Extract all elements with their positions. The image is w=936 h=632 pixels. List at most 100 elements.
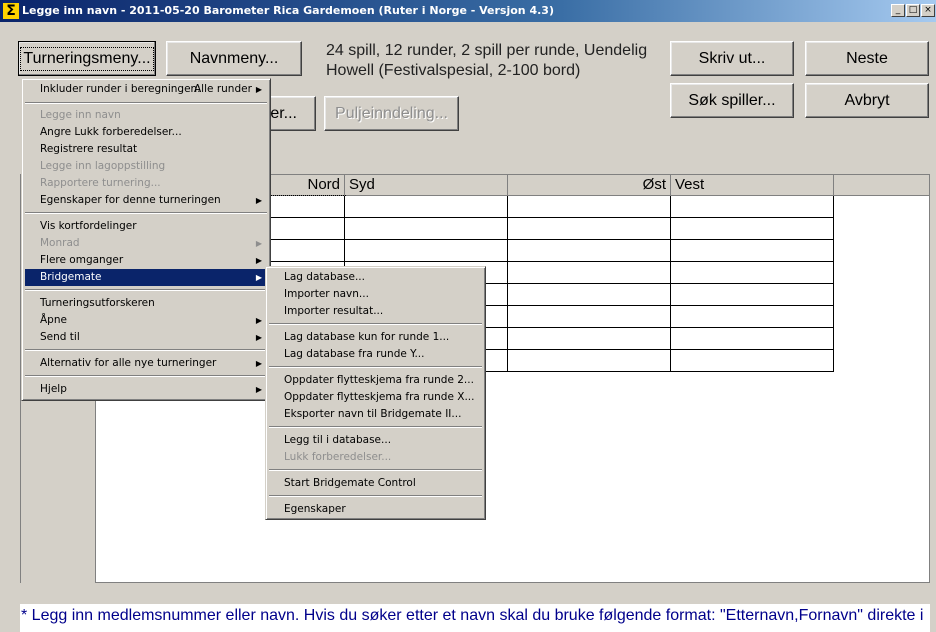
submenu-arrow-icon: ▶	[255, 85, 262, 94]
grid-cell[interactable]	[671, 262, 834, 284]
grid-cell[interactable]	[508, 350, 671, 372]
submenu-arrow-icon: ▶	[255, 273, 262, 282]
menu-separator	[25, 289, 267, 291]
grid-cell[interactable]	[671, 196, 834, 218]
grid-header-syd[interactable]: Syd	[345, 175, 508, 196]
skriv-ut-label: Skriv ut...	[698, 49, 766, 67]
menu-item-label: Monrad	[40, 237, 80, 249]
submenu-arrow-icon: ▶	[255, 196, 262, 205]
grid-cell[interactable]	[671, 306, 834, 328]
menu-item-importer-resultat[interactable]: Importer resultat...	[269, 303, 482, 320]
maximize-icon[interactable]: □	[906, 4, 920, 17]
submenu-arrow-icon: ▶	[255, 316, 262, 325]
obscured-button-label: er...	[270, 104, 297, 122]
grid-cell[interactable]	[671, 284, 834, 306]
menu-item-label: Inkluder runder i beregningen:	[40, 83, 201, 95]
menu-item-lag-database-runde-y[interactable]: Lag database fra runde Y...	[269, 346, 482, 363]
menu-item-label: Egenskaper for denne turneringen	[40, 194, 221, 206]
avbryt-button[interactable]: Avbryt	[805, 83, 929, 118]
grid-cell[interactable]	[671, 350, 834, 372]
grid-cell[interactable]	[508, 240, 671, 262]
grid-cell[interactable]	[270, 218, 345, 240]
grid-cell[interactable]	[671, 328, 834, 350]
tournament-info: 24 spill, 12 runder, 2 spill per runde, …	[326, 42, 648, 79]
grid-cell[interactable]	[508, 196, 671, 218]
menu-separator	[269, 495, 482, 497]
menu-separator	[269, 426, 482, 428]
turneringsmeny-menu: Inkluder runder i beregningen: Alle rund…	[21, 78, 271, 401]
menu-item-egenskaper[interactable]: Egenskaper	[269, 501, 482, 518]
submenu-arrow-icon: ▶	[255, 385, 262, 394]
puljeinndeling-label: Puljeinndeling...	[335, 104, 448, 122]
title-bar: Σ Legge inn navn - 2011-05-20 Barometer …	[0, 0, 936, 22]
grid-cell[interactable]	[508, 306, 671, 328]
grid-header-vest[interactable]: Vest	[671, 175, 834, 196]
grid-cell[interactable]	[345, 240, 508, 262]
menu-item-lukk-forberedelser: Lukk forberedelser...	[284, 451, 392, 463]
grid-cell[interactable]	[345, 218, 508, 240]
menu-separator	[25, 212, 267, 214]
menu-item-lag-database[interactable]: Lag database...	[269, 269, 482, 286]
bridgemate-submenu: Lag database... Importer navn... Importe…	[265, 266, 486, 520]
menu-item-inkluder-runder[interactable]: Inkluder runder i beregningen: Alle rund…	[25, 81, 267, 98]
turneringsmeny-button[interactable]: Turneringsmeny...	[18, 41, 156, 76]
menu-separator	[269, 366, 482, 368]
menu-item-importer-navn[interactable]: Importer navn...	[269, 286, 482, 303]
menu-item-rapportere: Rapportere turnering...	[40, 177, 161, 189]
menu-item-hjelp[interactable]: Hjelp ▶	[25, 381, 267, 398]
menu-item-monrad: Monrad ▶	[25, 235, 267, 252]
grid-cell[interactable]	[270, 240, 345, 262]
turneringsmeny-label: Turneringsmeny...	[20, 46, 154, 71]
grid-cell[interactable]	[671, 218, 834, 240]
neste-button[interactable]: Neste	[805, 41, 929, 76]
grid-cell[interactable]	[508, 328, 671, 350]
close-icon[interactable]: ×	[921, 4, 935, 17]
grid-cell[interactable]	[508, 262, 671, 284]
menu-item-eksporter-navn[interactable]: Eksporter navn til Bridgemate II...	[269, 406, 482, 423]
sok-spiller-label: Søk spiller...	[688, 91, 776, 109]
menu-item-oppdater-runde-2[interactable]: Oppdater flytteskjema fra runde 2...	[269, 372, 482, 389]
menu-item-angre-lukk[interactable]: Angre Lukk forberedelser...	[25, 124, 267, 141]
menu-item-egenskaper-turnering[interactable]: Egenskaper for denne turneringen ▶	[25, 192, 267, 209]
grid-row-header-column	[21, 401, 96, 583]
menu-item-start-bridgemate-control[interactable]: Start Bridgemate Control	[269, 475, 482, 492]
sok-spiller-button[interactable]: Søk spiller...	[670, 83, 794, 118]
menu-separator	[269, 323, 482, 325]
navnmeny-label: Navnmeny...	[189, 49, 279, 67]
avbryt-label: Avbryt	[844, 91, 890, 109]
menu-item-apne[interactable]: Åpne ▶	[25, 312, 267, 329]
navnmeny-button[interactable]: Navnmeny...	[166, 41, 302, 76]
menu-separator	[25, 349, 267, 351]
grid-cell[interactable]	[269, 195, 346, 219]
menu-item-legge-inn-navn: Legge inn navn	[40, 109, 121, 121]
grid-cell[interactable]	[508, 218, 671, 240]
puljeinndeling-button: Puljeinndeling...	[324, 96, 459, 131]
menu-separator	[269, 469, 482, 471]
neste-label: Neste	[846, 49, 888, 67]
grid-header-nord[interactable]: Nord	[270, 175, 345, 196]
menu-item-value: Alle runder	[194, 83, 252, 95]
grid-header-ost[interactable]: Øst	[508, 175, 671, 196]
minimize-icon[interactable]: _	[891, 4, 905, 17]
menu-item-label: Flere omganger	[40, 254, 124, 266]
menu-item-oppdater-runde-x[interactable]: Oppdater flytteskjema fra runde X...	[269, 389, 482, 406]
menu-item-alternativ[interactable]: Alternativ for alle nye turneringer ▶	[25, 355, 267, 372]
menu-item-label: Hjelp	[40, 383, 67, 395]
menu-separator	[25, 102, 267, 104]
menu-item-send-til[interactable]: Send til ▶	[25, 329, 267, 346]
menu-item-turneringsutforskeren[interactable]: Turneringsutforskeren	[25, 295, 267, 312]
menu-item-registrere-resultat[interactable]: Registrere resultat	[25, 141, 267, 158]
menu-item-lag-database-runde-1[interactable]: Lag database kun for runde 1...	[269, 329, 482, 346]
window-title: Legge inn navn - 2011-05-20 Barometer Ri…	[22, 4, 554, 17]
grid-cell[interactable]	[345, 196, 508, 218]
skriv-ut-button[interactable]: Skriv ut...	[670, 41, 794, 76]
menu-item-legg-til-database[interactable]: Legg til i database...	[269, 432, 482, 449]
menu-item-flere-omganger[interactable]: Flere omganger ▶	[25, 252, 267, 269]
menu-item-bridgemate[interactable]: Bridgemate ▶	[25, 269, 267, 286]
menu-item-vis-kortfordelinger[interactable]: Vis kortfordelinger	[25, 218, 267, 235]
grid-cell[interactable]	[508, 284, 671, 306]
menu-item-lagoppstilling: Legge inn lagoppstilling	[40, 160, 166, 172]
menu-separator	[25, 375, 267, 377]
app-icon: Σ	[3, 3, 19, 19]
grid-cell[interactable]	[671, 240, 834, 262]
